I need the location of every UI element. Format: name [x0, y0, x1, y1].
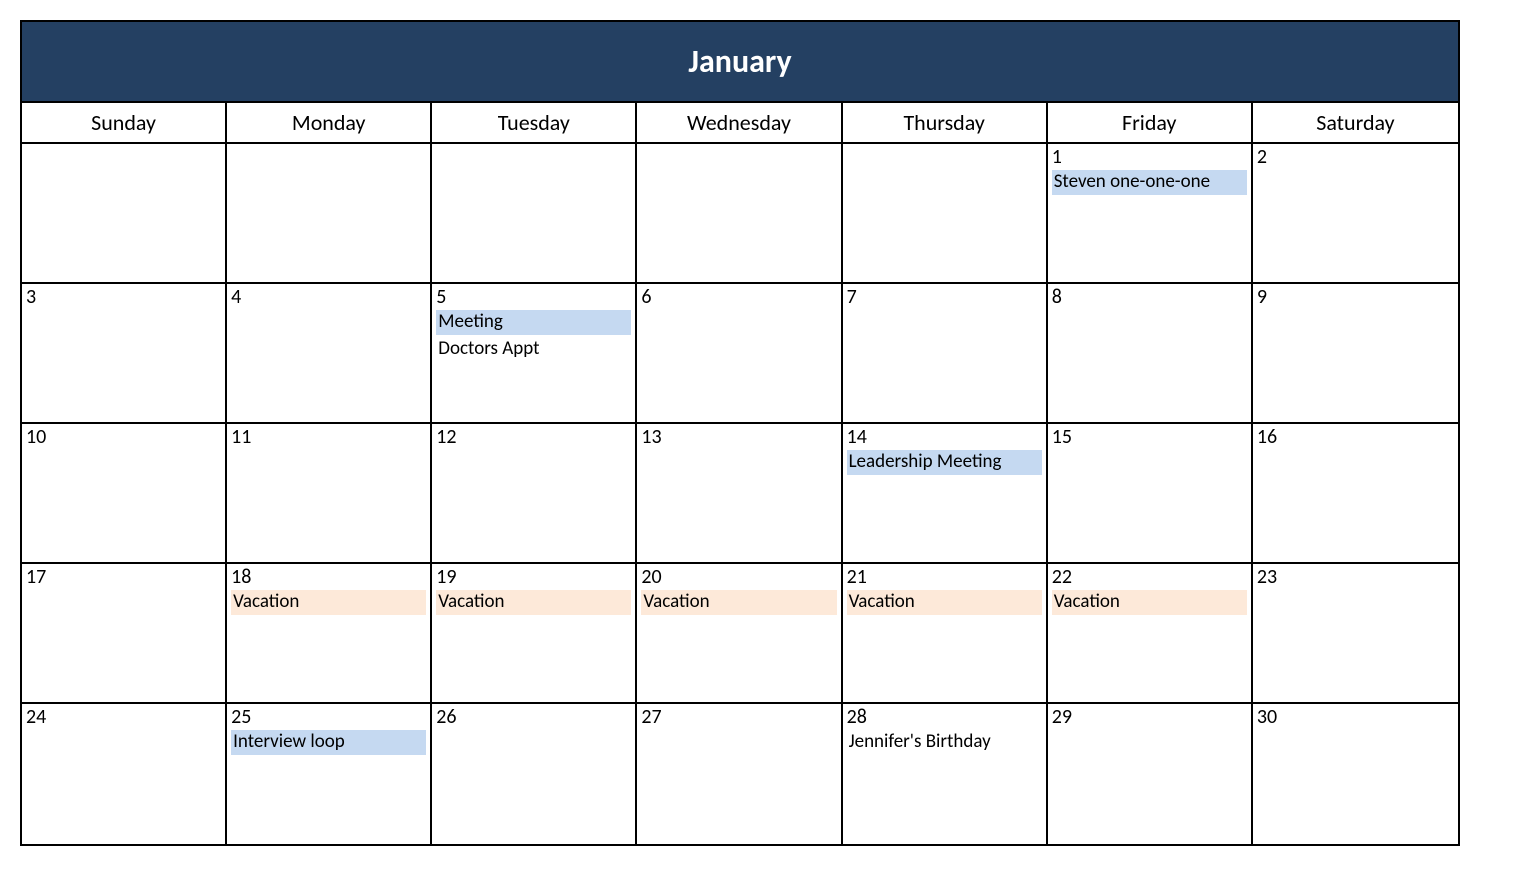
- day-cell[interactable]: 10: [22, 424, 227, 562]
- day-number: 19: [436, 566, 631, 588]
- day-cell[interactable]: [227, 144, 432, 282]
- day-cell[interactable]: 17: [22, 564, 227, 702]
- calendar-week: 2425Interview loop262728Jennifer's Birth…: [22, 704, 1458, 844]
- day-header-friday: Friday: [1048, 103, 1253, 144]
- day-number: 20: [641, 566, 836, 588]
- day-header-wednesday: Wednesday: [637, 103, 842, 144]
- day-number: 12: [436, 426, 631, 448]
- day-number: 17: [26, 566, 221, 588]
- day-number: 10: [26, 426, 221, 448]
- day-cell[interactable]: 28Jennifer's Birthday: [843, 704, 1048, 844]
- day-number: 24: [26, 706, 221, 728]
- calendar-event[interactable]: Leadership Meeting: [847, 450, 1042, 475]
- day-cell[interactable]: 4: [227, 284, 432, 422]
- day-cell[interactable]: 25Interview loop: [227, 704, 432, 844]
- day-number: 6: [641, 286, 836, 308]
- day-header-monday: Monday: [227, 103, 432, 144]
- day-cell[interactable]: [843, 144, 1048, 282]
- day-number: 7: [847, 286, 1042, 308]
- day-number: 21: [847, 566, 1042, 588]
- day-number: 30: [1257, 706, 1454, 728]
- calendar-event[interactable]: Vacation: [231, 590, 426, 615]
- day-header-thursday: Thursday: [843, 103, 1048, 144]
- day-cell[interactable]: 27: [637, 704, 842, 844]
- day-number: 22: [1052, 566, 1247, 588]
- day-number: 16: [1257, 426, 1454, 448]
- day-cell[interactable]: 13: [637, 424, 842, 562]
- day-cell[interactable]: 5MeetingDoctors Appt: [432, 284, 637, 422]
- day-cell[interactable]: 29: [1048, 704, 1253, 844]
- calendar-week: 1718Vacation19Vacation20Vacation21Vacati…: [22, 564, 1458, 704]
- day-number: 8: [1052, 286, 1247, 308]
- day-cell[interactable]: 6: [637, 284, 842, 422]
- day-cell[interactable]: 12: [432, 424, 637, 562]
- day-headers-row: Sunday Monday Tuesday Wednesday Thursday…: [22, 103, 1458, 144]
- day-cell[interactable]: 26: [432, 704, 637, 844]
- day-number: 13: [641, 426, 836, 448]
- day-cell[interactable]: 3: [22, 284, 227, 422]
- day-header-sunday: Sunday: [22, 103, 227, 144]
- day-cell[interactable]: 21Vacation: [843, 564, 1048, 702]
- day-cell[interactable]: 11: [227, 424, 432, 562]
- day-cell[interactable]: 9: [1253, 284, 1458, 422]
- day-number: 1: [1052, 146, 1247, 168]
- day-cell[interactable]: [637, 144, 842, 282]
- calendar-event[interactable]: Steven one-one-one: [1052, 170, 1247, 195]
- day-number: 28: [847, 706, 1042, 728]
- calendar-event[interactable]: Meeting: [436, 310, 631, 335]
- day-cell[interactable]: 23: [1253, 564, 1458, 702]
- day-cell[interactable]: [22, 144, 227, 282]
- day-cell[interactable]: 1Steven one-one-one: [1048, 144, 1253, 282]
- day-cell[interactable]: 20Vacation: [637, 564, 842, 702]
- day-cell[interactable]: 2: [1253, 144, 1458, 282]
- day-cell[interactable]: 22Vacation: [1048, 564, 1253, 702]
- day-number: 2: [1257, 146, 1454, 168]
- calendar-week: 345MeetingDoctors Appt6789: [22, 284, 1458, 424]
- calendar-event[interactable]: Vacation: [436, 590, 631, 615]
- calendar-event[interactable]: Vacation: [847, 590, 1042, 615]
- day-cell[interactable]: 7: [843, 284, 1048, 422]
- calendar-week: 1Steven one-one-one2: [22, 144, 1458, 284]
- day-cell[interactable]: 16: [1253, 424, 1458, 562]
- day-cell[interactable]: 24: [22, 704, 227, 844]
- day-number: 27: [641, 706, 836, 728]
- calendar-event[interactable]: Vacation: [641, 590, 836, 615]
- day-number: 23: [1257, 566, 1454, 588]
- day-header-tuesday: Tuesday: [432, 103, 637, 144]
- calendar-event[interactable]: Interview loop: [231, 730, 426, 755]
- day-number: 26: [436, 706, 631, 728]
- day-number: 29: [1052, 706, 1247, 728]
- day-number: 4: [231, 286, 426, 308]
- day-cell[interactable]: 18Vacation: [227, 564, 432, 702]
- day-number: 25: [231, 706, 426, 728]
- calendar-event[interactable]: Vacation: [1052, 590, 1247, 615]
- calendar-event[interactable]: Doctors Appt: [436, 337, 631, 362]
- calendar-grid: 1Steven one-one-one2345MeetingDoctors Ap…: [22, 144, 1458, 844]
- calendar-event[interactable]: Jennifer's Birthday: [847, 730, 1042, 755]
- month-title: January: [22, 22, 1458, 103]
- day-cell[interactable]: 14Leadership Meeting: [843, 424, 1048, 562]
- day-number: 14: [847, 426, 1042, 448]
- day-header-saturday: Saturday: [1253, 103, 1458, 144]
- day-cell[interactable]: 15: [1048, 424, 1253, 562]
- day-cell[interactable]: [432, 144, 637, 282]
- day-number: 15: [1052, 426, 1247, 448]
- day-number: 18: [231, 566, 426, 588]
- day-cell[interactable]: 30: [1253, 704, 1458, 844]
- day-number: 5: [436, 286, 631, 308]
- day-number: 11: [231, 426, 426, 448]
- day-number: 9: [1257, 286, 1454, 308]
- day-cell[interactable]: 19Vacation: [432, 564, 637, 702]
- calendar: January Sunday Monday Tuesday Wednesday …: [20, 20, 1460, 846]
- calendar-week: 1011121314Leadership Meeting1516: [22, 424, 1458, 564]
- day-cell[interactable]: 8: [1048, 284, 1253, 422]
- day-number: 3: [26, 286, 221, 308]
